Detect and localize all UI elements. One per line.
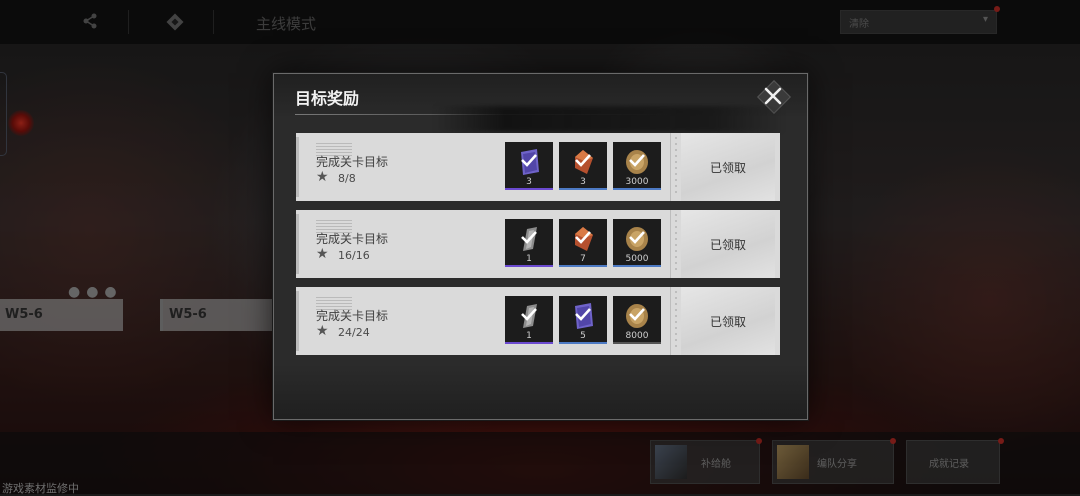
item-count: 3 xyxy=(505,177,553,190)
row-divider xyxy=(670,210,671,278)
claimed-button[interactable]: 已领取 xyxy=(681,210,775,278)
claimed-label: 已领取 xyxy=(709,238,746,252)
dialog-title: 目标奖励 xyxy=(295,89,360,108)
reward-item[interactable]: 7 xyxy=(559,219,607,267)
check-icon xyxy=(521,154,537,167)
row-title: 完成关卡目标 xyxy=(316,309,389,323)
check-icon xyxy=(629,308,645,321)
claimed-button[interactable]: 已领取 xyxy=(681,287,775,355)
check-icon xyxy=(575,231,591,244)
row-divider-dots xyxy=(675,137,677,197)
reward-item[interactable]: 5000 xyxy=(613,219,661,267)
brush-stroke-decoration xyxy=(434,106,784,132)
reward-item[interactable]: 3000 xyxy=(613,142,661,190)
reward-item[interactable]: 3 xyxy=(559,142,607,190)
check-icon xyxy=(629,154,645,167)
star-icon: ★ xyxy=(316,246,329,262)
check-icon xyxy=(521,231,537,244)
target-reward-dialog: 目标奖励 完成关卡目标 ★ 8/8 3 3 3000 已领取 完成关卡目标 ★ … xyxy=(273,73,808,420)
row-progress: 24/24 xyxy=(338,326,370,339)
row-divider-dots xyxy=(675,291,677,351)
row-title: 完成关卡目标 xyxy=(316,155,389,169)
reward-row: 完成关卡目标 ★ 16/16 1 7 5000 已领取 xyxy=(296,210,780,278)
row-divider xyxy=(670,287,671,355)
item-count: 5000 xyxy=(613,254,661,267)
check-icon xyxy=(629,231,645,244)
row-progress: 8/8 xyxy=(338,172,356,185)
check-icon xyxy=(575,154,591,167)
reward-item[interactable]: 3 xyxy=(505,142,553,190)
item-count: 3000 xyxy=(613,177,661,190)
item-count: 1 xyxy=(505,331,553,344)
reward-item[interactable]: 5 xyxy=(559,296,607,344)
row-progress: 16/16 xyxy=(338,249,370,262)
claimed-label: 已领取 xyxy=(709,315,746,329)
close-x-icon xyxy=(764,87,782,105)
claimed-label: 已领取 xyxy=(709,161,746,175)
reward-row: 完成关卡目标 ★ 8/8 3 3 3000 已领取 xyxy=(296,133,780,201)
reward-item[interactable]: 8000 xyxy=(613,296,661,344)
reward-row: 完成关卡目标 ★ 24/24 1 5 8000 已领取 xyxy=(296,287,780,355)
dialog-footer-shade xyxy=(274,364,807,419)
star-icon: ★ xyxy=(316,169,329,185)
row-divider xyxy=(670,133,671,201)
reward-item[interactable]: 1 xyxy=(505,296,553,344)
item-count: 8000 xyxy=(613,331,661,344)
item-count: 3 xyxy=(559,177,607,190)
reward-item[interactable]: 1 xyxy=(505,219,553,267)
item-count: 5 xyxy=(559,331,607,344)
item-count: 7 xyxy=(559,254,607,267)
row-title: 完成关卡目标 xyxy=(316,232,389,246)
star-icon: ★ xyxy=(316,323,329,339)
item-count: 1 xyxy=(505,254,553,267)
check-icon xyxy=(575,308,591,321)
row-divider-dots xyxy=(675,214,677,274)
check-icon xyxy=(521,308,537,321)
claimed-button[interactable]: 已领取 xyxy=(681,133,775,201)
